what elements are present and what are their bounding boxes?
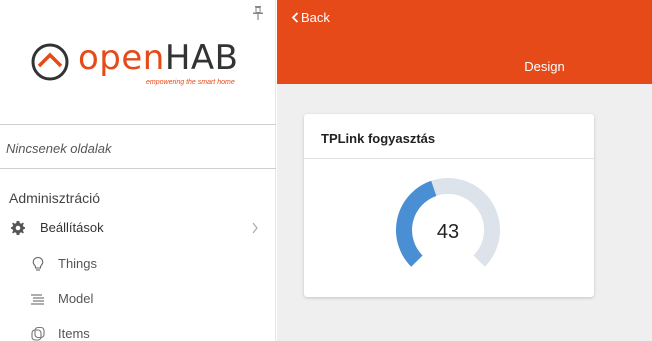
sidebar-item-label: Beállítások <box>40 220 104 235</box>
items-icon <box>31 326 45 341</box>
openhab-logo: openHAB empowering the smart home <box>30 38 250 90</box>
gear-icon <box>11 221 25 235</box>
pin-icon[interactable] <box>252 6 264 20</box>
sidebar-item-things[interactable]: Things <box>0 250 275 280</box>
list-icon <box>31 294 44 305</box>
back-button[interactable]: Back <box>291 10 330 25</box>
card-title: TPLink fogyasztás <box>321 131 436 146</box>
main-content: TPLink fogyasztás 43 <box>277 84 652 341</box>
page-title: Design <box>524 59 565 74</box>
chevron-right-icon <box>252 222 258 234</box>
lightbulb-icon <box>32 256 44 271</box>
openhab-logo-icon <box>31 43 69 81</box>
sidebar-item-label: Items <box>58 326 90 341</box>
sidebar: openHAB empowering the smart home Nincse… <box>0 0 276 341</box>
logo-tagline: empowering the smart home <box>146 79 235 86</box>
sidebar-item-label: Model <box>58 291 94 306</box>
gauge: 43 <box>396 178 500 267</box>
top-header: Back Design <box>277 0 652 84</box>
sidebar-item-label: Things <box>58 256 98 271</box>
sidebar-item-model[interactable]: Model <box>0 285 275 315</box>
chevron-left-icon <box>291 12 299 23</box>
logo-text: openHAB <box>78 38 239 78</box>
sidebar-item-items[interactable]: Items <box>0 320 275 341</box>
no-pages-text: Nincsenek oldalak <box>6 141 112 156</box>
sidebar-item-settings[interactable]: Beállítások <box>0 214 275 244</box>
divider <box>0 168 276 169</box>
widget-card: TPLink fogyasztás 43 <box>304 114 594 297</box>
back-label: Back <box>301 10 330 25</box>
gauge-fill <box>396 180 437 267</box>
gauge-value: 43 <box>437 221 459 243</box>
logo-text-hab: HAB <box>164 38 239 78</box>
admin-section-title: Adminisztráció <box>9 190 101 206</box>
logo-text-open: open <box>78 38 165 78</box>
divider <box>304 158 594 159</box>
divider <box>0 124 276 125</box>
